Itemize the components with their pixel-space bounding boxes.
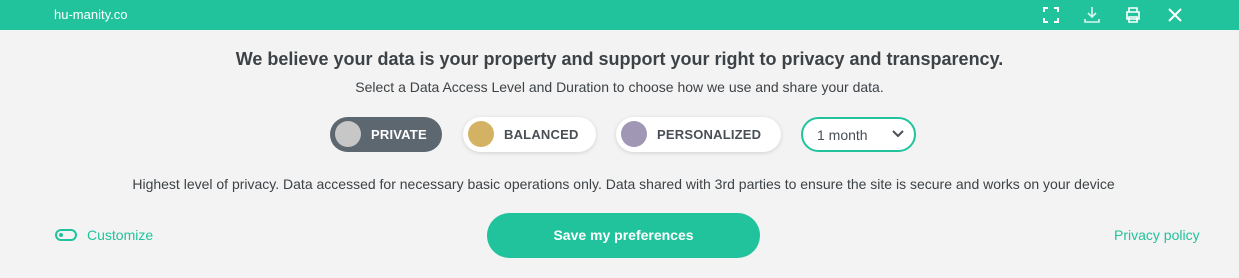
save-preferences-button[interactable]: Save my preferences <box>487 213 760 258</box>
duration-select[interactable]: 1 month <box>801 117 916 152</box>
page-subheadline: Select a Data Access Level and Duration … <box>355 79 884 95</box>
private-dot-icon <box>335 121 361 147</box>
chevron-down-icon <box>892 130 904 138</box>
privacy-policy-link[interactable]: Privacy policy <box>1114 227 1200 243</box>
level-private-button[interactable]: PRIVATE <box>330 117 442 152</box>
download-icon[interactable] <box>1081 4 1103 26</box>
page-headline: We believe your data is your property an… <box>235 49 1004 69</box>
level-personalized-label: PERSONALIZED <box>657 127 762 142</box>
customize-label: Customize <box>87 227 154 243</box>
duration-value: 1 month <box>817 127 868 143</box>
level-description: Highest level of privacy. Data accessed … <box>132 176 1115 192</box>
balanced-dot-icon <box>468 121 494 147</box>
print-icon[interactable] <box>1122 4 1144 26</box>
close-icon[interactable] <box>1164 4 1186 26</box>
level-balanced-button[interactable]: BALANCED <box>463 117 596 152</box>
fullscreen-icon[interactable] <box>1040 4 1062 26</box>
toggle-icon[interactable] <box>55 229 77 241</box>
site-name: hu-manity.co <box>54 7 128 22</box>
personalized-dot-icon <box>621 121 647 147</box>
level-balanced-label: BALANCED <box>504 127 579 142</box>
top-bar: hu-manity.co <box>0 0 1239 30</box>
level-private-label: PRIVATE <box>371 127 427 142</box>
level-personalized-button[interactable]: PERSONALIZED <box>616 117 781 152</box>
